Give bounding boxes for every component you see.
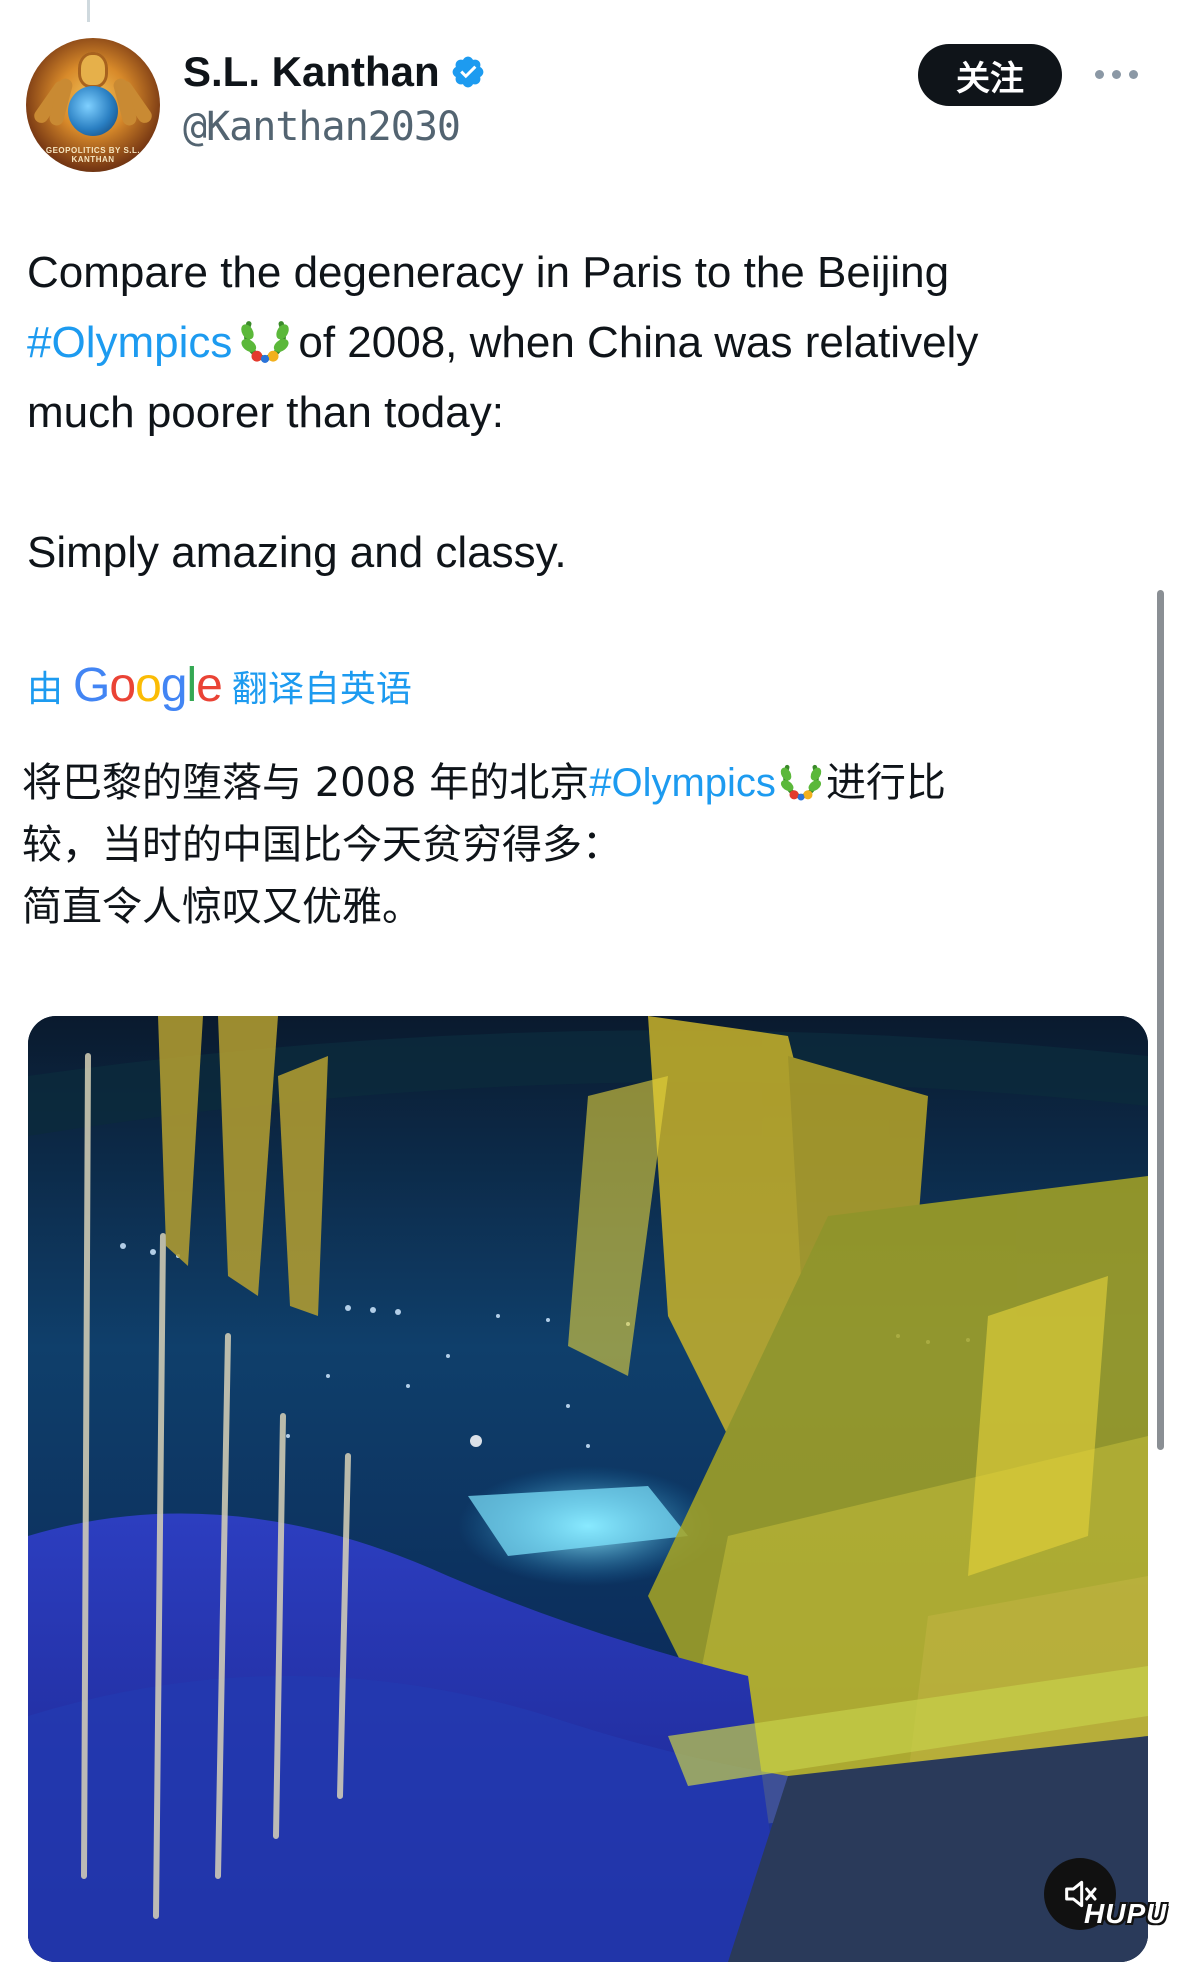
translation-attribution[interactable]: 由 Google 翻译自英语 [27, 658, 412, 713]
author-handle[interactable]: @Kanthan2030 [183, 104, 461, 150]
author-name-row: S.L. Kanthan [183, 48, 486, 96]
translated-text: 将巴黎的堕落与 2008 年的北京#Olympics 进行比 较，当时的中国比今… [22, 752, 1132, 938]
translated-line-1-end: 进行比 [825, 760, 946, 806]
thread-connector-line [87, 0, 90, 22]
tweet-line-1: Compare the degeneracy in Paris to the B… [27, 248, 950, 297]
tweet-line-3: much poorer than today: [27, 388, 504, 437]
tweet-text: Compare the degeneracy in Paris to the B… [27, 238, 1137, 588]
tweet-line-2: of 2008, when China was relatively [298, 318, 979, 367]
tweet-line-4: Simply amazing and classy. [27, 528, 567, 577]
translation-prefix: 由 [27, 668, 64, 710]
google-logo: Google [73, 659, 223, 712]
olympic-wreath-emoji-icon [780, 764, 822, 801]
translated-line-1-start: 将巴黎的堕落与 2008 年的北京 [22, 760, 590, 806]
more-horizontal-icon[interactable] [1092, 62, 1140, 86]
translated-hashtag-link[interactable]: #Olympics [589, 761, 776, 805]
hashtag-link[interactable]: #Olympics [27, 318, 232, 367]
video-frame [28, 1016, 1148, 1962]
follow-button[interactable]: 关注 [918, 44, 1062, 106]
translation-suffix: 翻译自英语 [231, 668, 412, 710]
verified-badge-icon [452, 56, 484, 88]
avatar-caption: GEOPOLITICS BY S.L. KANTHAN [45, 146, 141, 164]
olympic-wreath-emoji-icon [241, 321, 290, 363]
video-player[interactable] [28, 1016, 1148, 1962]
translated-line-3: 简直令人惊叹又优雅。 [22, 884, 422, 930]
hupu-watermark: HUPU [1084, 1898, 1168, 1929]
translated-line-2: 较，当时的中国比今天贫穷得多： [22, 822, 622, 868]
scrollbar[interactable] [1157, 590, 1164, 1450]
avatar[interactable]: GEOPOLITICS BY S.L. KANTHAN [26, 38, 160, 172]
author-display-name[interactable]: S.L. Kanthan [183, 48, 440, 96]
